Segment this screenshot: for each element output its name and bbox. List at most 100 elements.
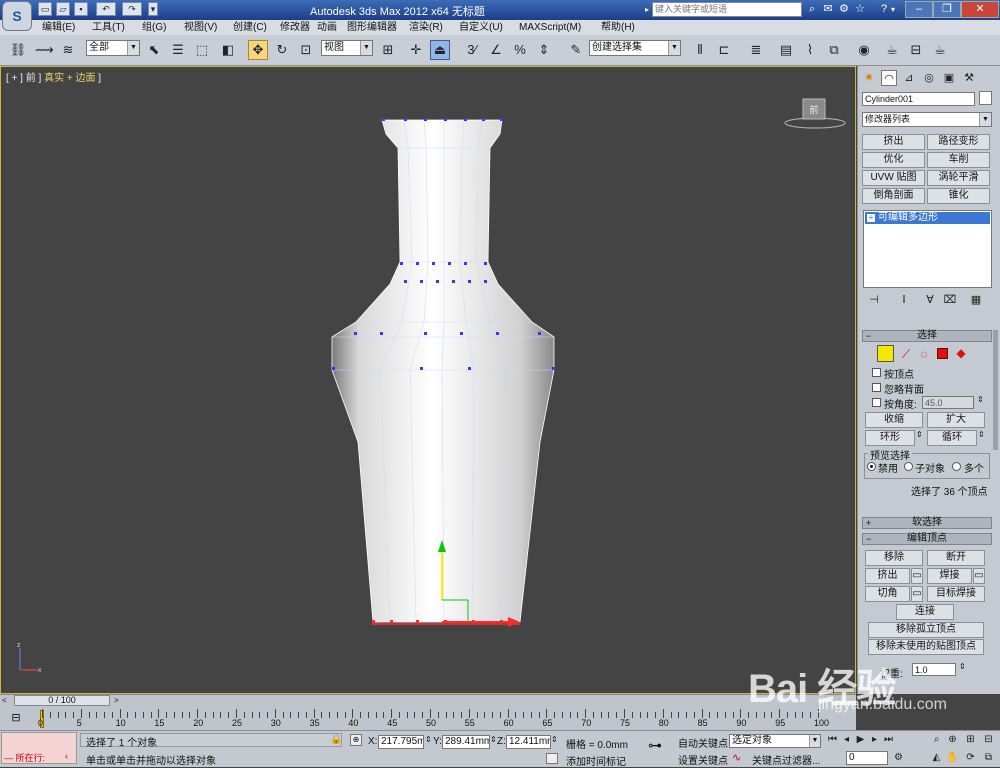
key-filters-button[interactable]: 关键点过滤器... bbox=[752, 752, 820, 767]
configure-modifier-sets-icon[interactable]: ▦ bbox=[968, 292, 984, 308]
layer-manager-icon[interactable]: ≣ bbox=[746, 40, 766, 60]
modifier-uvw-map-button[interactable]: UVW 贴图 bbox=[862, 170, 925, 186]
selection-rollout-header[interactable]: − 选择 bbox=[862, 330, 992, 342]
remove-isolated-vertices-button[interactable]: 移除孤立顶点 bbox=[868, 622, 984, 638]
y-spinner-icon[interactable]: ⇕ bbox=[490, 735, 497, 744]
search-expand-icon[interactable]: ▸ bbox=[645, 5, 649, 14]
target-weld-button[interactable]: 目标焊接 bbox=[927, 586, 985, 602]
time-slider-next-icon[interactable]: > bbox=[114, 696, 119, 705]
modifier-bevel-profile-button[interactable]: 倒角剖面 bbox=[862, 188, 925, 204]
remove-button[interactable]: 移除 bbox=[865, 550, 923, 566]
remove-unused-map-verts-button[interactable]: 移除未使用的贴图顶点 bbox=[868, 639, 984, 655]
modifier-taper-button[interactable]: 锥化 bbox=[927, 188, 990, 204]
modifier-lathe-button[interactable]: 车削 bbox=[927, 152, 990, 168]
subscription-icon[interactable]: ⚙ bbox=[836, 2, 852, 17]
expand-plus-icon[interactable]: + bbox=[867, 214, 875, 222]
menu-modifiers[interactable]: 修改器 bbox=[280, 21, 310, 34]
menu-maxscript[interactable]: MAXScript(M) bbox=[519, 21, 581, 34]
modifier-path-deform-button[interactable]: 路径变形 bbox=[927, 134, 990, 150]
modify-tab-icon[interactable]: ◠ bbox=[881, 70, 897, 86]
percent-snap-icon[interactable]: % bbox=[510, 40, 530, 60]
app-icon[interactable]: S bbox=[2, 1, 32, 31]
pivot-center-icon[interactable]: ⊞ bbox=[378, 40, 398, 60]
open-file-icon[interactable]: ▱ bbox=[56, 2, 70, 16]
menu-group[interactable]: 组(G) bbox=[142, 21, 166, 34]
motion-tab-icon[interactable]: ◎ bbox=[921, 70, 937, 86]
preview-subobject-radio[interactable] bbox=[904, 462, 913, 471]
x-spinner-icon[interactable]: ⇕ bbox=[425, 735, 432, 744]
named-selection-select[interactable]: 创建选择集 ▼ bbox=[589, 40, 681, 56]
communication-center-icon[interactable]: ✉ bbox=[820, 2, 836, 17]
modifier-list-select[interactable]: 修改器列表 ▼ bbox=[862, 112, 992, 127]
modifier-optimize-button[interactable]: 优化 bbox=[862, 152, 925, 168]
vase-cylinder-model[interactable] bbox=[320, 112, 570, 642]
mini-curve-editor-icon[interactable]: ⊟ bbox=[6, 711, 26, 725]
viewport-label[interactable]: [ + ] 前 ] 真实 + 边面 ] bbox=[6, 69, 101, 84]
time-slider-prev-icon[interactable]: < bbox=[2, 696, 7, 705]
select-and-rotate-icon[interactable]: ↻ bbox=[272, 40, 292, 60]
selection-lock-icon[interactable]: 🔒 bbox=[330, 734, 342, 745]
edit-vertices-rollout-header[interactable]: − 编辑顶点 bbox=[862, 533, 992, 545]
rendered-frame-icon[interactable]: ⊟ bbox=[906, 40, 926, 60]
keyboard-shortcut-override-icon[interactable]: ⏏ bbox=[430, 40, 450, 60]
mirror-icon[interactable]: ⫴ bbox=[690, 40, 710, 60]
y-coord-field[interactable]: 289.41mm bbox=[442, 735, 490, 749]
redo-icon[interactable]: ↷ bbox=[122, 2, 142, 16]
pin-stack-icon[interactable]: ⊣ bbox=[866, 292, 882, 308]
help-dropdown-icon[interactable]: ▾ bbox=[889, 2, 897, 17]
modifier-extrude-button[interactable]: 挤出 bbox=[862, 134, 925, 150]
weight-spinner-icon[interactable]: ⇕ bbox=[959, 662, 966, 671]
soft-selection-rollout-header[interactable]: + 软选择 bbox=[862, 517, 992, 529]
utilities-tab-icon[interactable]: ⚒ bbox=[961, 70, 977, 86]
zoom-extents-all-icon[interactable]: ⊟ bbox=[982, 733, 995, 746]
graphite-ribbon-icon[interactable]: ▤ bbox=[776, 40, 796, 60]
create-tab-icon[interactable]: ✷ bbox=[861, 70, 877, 86]
set-key-button[interactable]: 设置关键点 bbox=[678, 752, 728, 767]
grow-button[interactable]: 扩大 bbox=[927, 412, 985, 428]
play-icon[interactable]: ▶ bbox=[854, 733, 867, 746]
select-object-icon[interactable]: ⬉ bbox=[144, 40, 164, 60]
edit-named-selection-icon[interactable]: ✎ bbox=[566, 40, 586, 60]
maximize-button[interactable]: ❐ bbox=[933, 1, 961, 18]
element-subobject-icon[interactable]: ◆ bbox=[955, 347, 967, 359]
bind-space-warp-icon[interactable]: ≋ bbox=[58, 40, 78, 60]
selection-filter-select[interactable]: 全部 ▼ bbox=[86, 40, 140, 56]
ring-button[interactable]: 环形 bbox=[865, 430, 915, 446]
vertex-subobject-icon[interactable] bbox=[877, 345, 894, 362]
minimize-button[interactable]: – bbox=[905, 1, 933, 18]
viewcube[interactable]: 前 bbox=[780, 92, 850, 132]
time-config-icon[interactable]: ⚙ bbox=[892, 751, 905, 764]
current-frame-field[interactable]: 0 bbox=[846, 751, 888, 765]
z-spinner-icon[interactable]: ⇕ bbox=[551, 735, 558, 744]
x-coord-field[interactable]: 217.795mm bbox=[378, 735, 424, 749]
unlink-icon[interactable]: ⟿ bbox=[34, 40, 54, 60]
search-icon[interactable]: ⌕ bbox=[804, 2, 820, 17]
window-crossing-icon[interactable]: ◧ bbox=[218, 40, 238, 60]
make-unique-icon[interactable]: ∀ bbox=[922, 292, 938, 308]
angle-spinner-icon[interactable]: ⇕ bbox=[977, 395, 984, 404]
rectangular-selection-icon[interactable]: ⬚ bbox=[192, 40, 212, 60]
ignore-backfacing-checkbox[interactable] bbox=[872, 383, 881, 392]
menu-animation[interactable]: 动画 bbox=[317, 21, 337, 34]
key-set-select[interactable]: 选定对象 ▼ bbox=[729, 734, 821, 748]
select-manipulate-icon[interactable]: ✛ bbox=[406, 40, 426, 60]
quick-access-dropdown-icon[interactable]: ▾ bbox=[148, 2, 158, 16]
link-icon[interactable]: ⛓ bbox=[8, 40, 28, 60]
save-file-icon[interactable]: ▪ bbox=[74, 2, 88, 16]
go-to-end-icon[interactable]: ⏭ bbox=[882, 733, 895, 746]
absolute-mode-icon[interactable]: ⊕ bbox=[350, 734, 362, 746]
border-subobject-icon[interactable]: ◌ bbox=[916, 346, 932, 362]
orbit-icon[interactable]: ⟳ bbox=[964, 751, 977, 764]
loop-spinner-icon[interactable]: ⇕ bbox=[978, 430, 985, 439]
schematic-view-icon[interactable]: ⧉ bbox=[824, 40, 844, 60]
loop-button[interactable]: 循环 bbox=[927, 430, 977, 446]
chamfer-settings-icon[interactable]: ▭ bbox=[911, 586, 923, 602]
menu-views[interactable]: 视图(V) bbox=[184, 21, 217, 34]
z-coord-field[interactable]: 12.411mm bbox=[506, 735, 551, 749]
remove-modifier-icon[interactable]: ⌧ bbox=[942, 292, 958, 308]
hierarchy-tab-icon[interactable]: ⊿ bbox=[901, 70, 917, 86]
extrude-button[interactable]: 挤出 bbox=[865, 568, 910, 584]
angle-value-field[interactable]: 45.0 bbox=[922, 396, 974, 409]
zoom-extents-icon[interactable]: ⊞ bbox=[964, 733, 977, 746]
menu-edit[interactable]: 编辑(E) bbox=[42, 21, 75, 34]
